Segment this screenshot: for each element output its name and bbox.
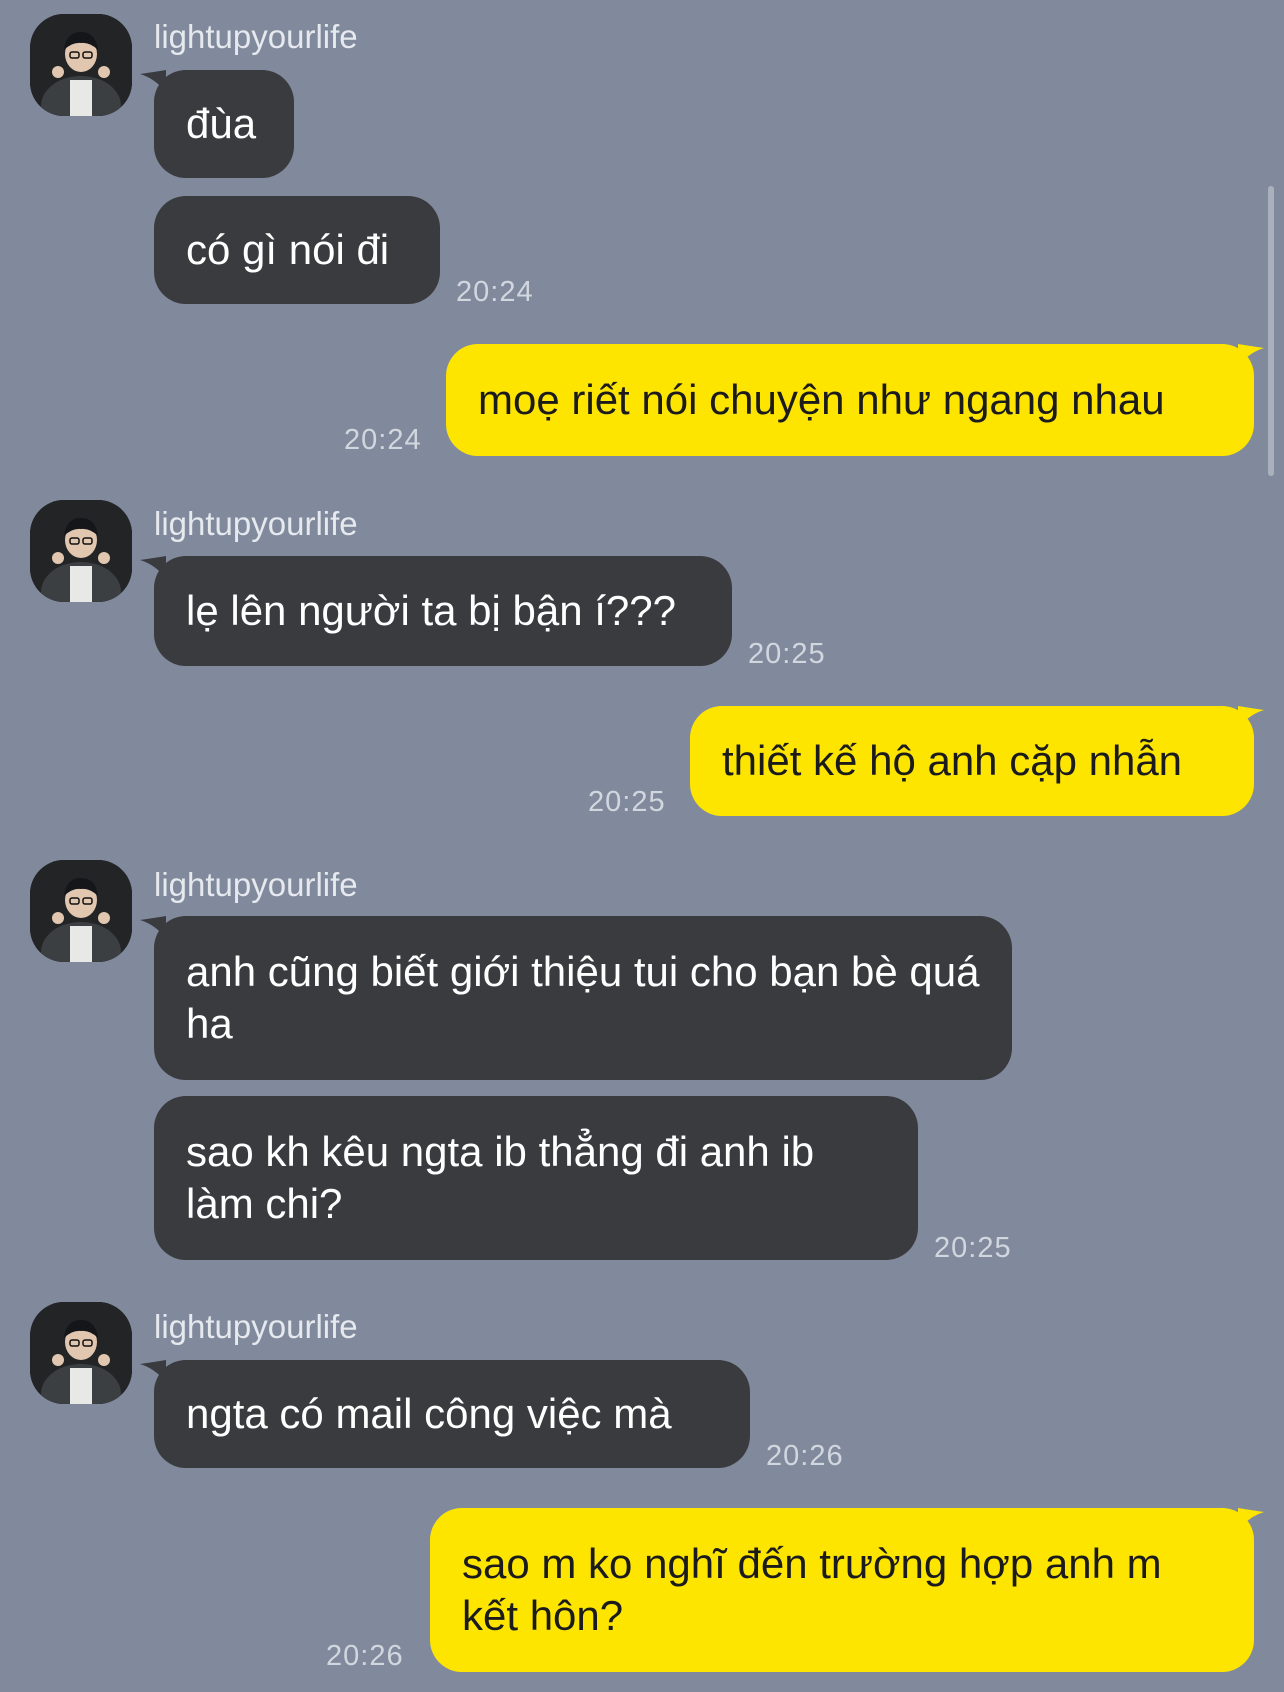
profile-photo-icon	[30, 1302, 132, 1404]
message-time: 20:25	[934, 1232, 1012, 1264]
message-time: 20:25	[748, 638, 826, 670]
avatar[interactable]	[30, 14, 132, 116]
avatar[interactable]	[30, 500, 132, 602]
avatar[interactable]	[30, 1302, 132, 1404]
message-time: 20:26	[766, 1440, 844, 1472]
sender-name: lightupyourlife	[154, 866, 358, 903]
bubble-tail	[1238, 706, 1264, 728]
profile-photo-icon	[30, 500, 132, 602]
profile-photo-icon	[30, 860, 132, 962]
message-time: 20:26	[326, 1640, 404, 1672]
incoming-message[interactable]: đùa	[154, 70, 294, 178]
avatar[interactable]	[30, 860, 132, 962]
sender-name: lightupyourlife	[154, 18, 358, 55]
outgoing-message[interactable]: sao m ko nghĩ đến trường hợp anh m kết h…	[430, 1508, 1254, 1672]
sender-name: lightupyourlife	[154, 1308, 358, 1345]
message-time: 20:25	[588, 786, 666, 818]
message-time: 20:24	[456, 276, 534, 308]
outgoing-message[interactable]: thiết kế hộ anh cặp nhẫn	[690, 706, 1254, 816]
scrollbar[interactable]	[1268, 186, 1274, 476]
incoming-message[interactable]: có gì nói đi	[154, 196, 440, 304]
chat-area[interactable]: lightupyourlife đùa có gì nói đi 20:24 2…	[0, 0, 1284, 1692]
bubble-tail	[1238, 344, 1264, 366]
message-time: 20:24	[344, 424, 422, 456]
outgoing-message[interactable]: moẹ riết nói chuyện như ngang nhau	[446, 344, 1254, 456]
profile-photo-icon	[30, 14, 132, 116]
incoming-message[interactable]: lẹ lên người ta bị bận í???	[154, 556, 732, 666]
sender-name: lightupyourlife	[154, 505, 358, 542]
incoming-message[interactable]: anh cũng biết giới thiệu tui cho bạn bè …	[154, 916, 1012, 1080]
incoming-message[interactable]: ngta có mail công việc mà	[154, 1360, 750, 1468]
incoming-message[interactable]: sao kh kêu ngta ib thẳng đi anh ib làm c…	[154, 1096, 918, 1260]
bubble-tail	[1238, 1508, 1264, 1530]
